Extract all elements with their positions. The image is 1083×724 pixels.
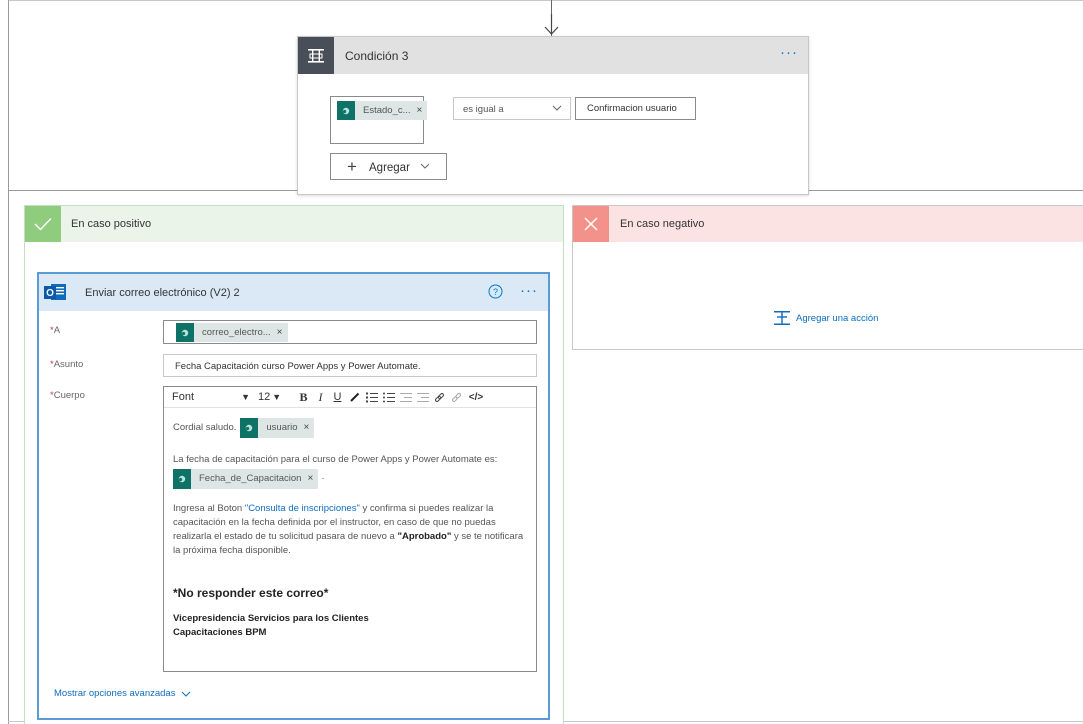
bold-button[interactable]: B: [296, 389, 311, 406]
operator-value: es igual a: [463, 104, 504, 115]
body-editor[interactable]: Font ▼ 12 ▼ B I U </> Cordial saludo. us…: [163, 386, 537, 672]
greeting-text: Cordial saludo.: [173, 422, 237, 433]
font-size-select[interactable]: 12 ▼: [256, 391, 294, 403]
unlink-icon[interactable]: [449, 389, 464, 406]
condition-header[interactable]: Condición 3 ···: [298, 37, 808, 74]
underline-button[interactable]: U: [330, 389, 345, 406]
condition-left-operand[interactable]: Estado_c... ×: [330, 96, 428, 144]
token-label: correo_electro...: [202, 327, 271, 338]
add-action-label: Agregar una acción: [796, 312, 879, 324]
consulta-inscripciones-link[interactable]: "Consulta de inscripciones": [245, 503, 360, 514]
plus-icon: +: [347, 157, 357, 176]
numbered-list-icon[interactable]: [364, 389, 379, 406]
top-border: [8, 0, 1083, 1]
yes-branch-header[interactable]: En caso positivo: [25, 206, 563, 242]
arrow-down-icon: [544, 14, 559, 36]
chevron-down-icon: [420, 163, 430, 169]
operator-select[interactable]: es igual a: [453, 97, 571, 120]
font-select[interactable]: Font ▼: [164, 391, 256, 403]
email-body-content[interactable]: Cordial saludo. usuario × La fecha de ca…: [173, 417, 533, 640]
condition-card[interactable]: Condición 3 ··· Estado_c... × es igual a…: [297, 36, 809, 195]
italic-button[interactable]: I: [313, 389, 328, 406]
to-label: *A: [50, 325, 61, 336]
dynamic-token[interactable]: Fecha_de_Capacitacion ×: [173, 469, 319, 489]
token-remove-icon[interactable]: ×: [307, 472, 318, 486]
dynamic-token[interactable]: Estado_c... ×: [337, 101, 428, 120]
signature-line-1: Vicepresidencia Servicios para los Clien…: [173, 613, 369, 624]
condition-right-operand[interactable]: Confirmacion usuario: [575, 97, 696, 120]
send-email-header[interactable]: O Enviar correo electrónico (V2) 2 ? ···: [39, 274, 548, 311]
body-paragraph-2: Ingresa al Boton "Consulta de inscripcio…: [173, 503, 524, 556]
no-branch: En caso negativo Agregar una acción: [572, 205, 1083, 350]
dynamic-token[interactable]: usuario ×: [240, 418, 315, 438]
add-action-button[interactable]: Agregar una acción: [773, 310, 878, 326]
condition-title[interactable]: Condición 3: [345, 49, 408, 63]
add-action-icon: [773, 310, 791, 326]
add-condition-button[interactable]: + Agregar: [330, 153, 447, 180]
dynamic-token[interactable]: correo_electro... ×: [176, 323, 288, 342]
subject-label: *Asunto: [50, 359, 84, 370]
send-email-card[interactable]: O Enviar correo electrónico (V2) 2 ? ···…: [37, 272, 550, 720]
link-icon[interactable]: [432, 389, 447, 406]
chevron-down-icon: [181, 691, 191, 697]
sharepoint-icon: [173, 469, 191, 489]
body-label: *Cuerpo: [50, 390, 85, 401]
to-field[interactable]: correo_electro... ×: [163, 320, 537, 344]
code-view-icon[interactable]: </>: [466, 389, 486, 406]
svg-text:?: ?: [493, 287, 498, 297]
email-more-button[interactable]: ···: [520, 282, 538, 299]
sharepoint-icon: [240, 418, 259, 438]
body-line-1: La fecha de capacitación para el curso d…: [173, 454, 498, 465]
svg-text:O: O: [46, 288, 54, 299]
token-remove-icon[interactable]: ×: [277, 327, 288, 338]
token-remove-icon[interactable]: ×: [417, 105, 428, 116]
send-email-title[interactable]: Enviar correo electrónico (V2) 2: [85, 287, 240, 299]
signature-line-2: Capacitaciones BPM: [173, 627, 267, 638]
brush-icon[interactable]: [347, 389, 362, 406]
token-label: usuario: [266, 422, 298, 433]
sharepoint-icon: [176, 323, 194, 342]
no-reply-text: *No responder este correo*: [173, 586, 329, 600]
subject-field[interactable]: Fecha Capacitación curso Power Apps y Po…: [163, 354, 537, 377]
condition-value: Confirmacion usuario: [587, 103, 677, 114]
sharepoint-icon: [337, 101, 355, 120]
flow-frame-left: [8, 0, 9, 724]
add-label: Agregar: [369, 162, 410, 174]
yes-branch-title: En caso positivo: [71, 218, 152, 230]
token-label: Fecha_de_Capacitacion: [199, 473, 302, 484]
token-remove-icon[interactable]: ×: [304, 421, 315, 435]
outlook-icon: O: [43, 280, 67, 304]
check-icon: [25, 206, 61, 242]
after-date-dot: ·: [321, 473, 325, 484]
show-advanced-options-link[interactable]: Mostrar opciones avanzadas: [54, 688, 191, 699]
no-branch-title: En caso negativo: [620, 218, 705, 230]
close-icon: [573, 206, 609, 242]
bullet-list-icon[interactable]: [381, 389, 396, 406]
condition-icon: [298, 37, 334, 74]
indent-icon[interactable]: [415, 389, 430, 406]
chevron-down-icon: [552, 105, 562, 111]
outdent-icon[interactable]: [398, 389, 413, 406]
condition-more-button[interactable]: ···: [780, 44, 798, 61]
help-icon[interactable]: ?: [488, 284, 503, 299]
no-branch-header[interactable]: En caso negativo: [573, 206, 1083, 242]
rich-text-toolbar: Font ▼ 12 ▼ B I U </>: [164, 387, 536, 408]
token-label: Estado_c...: [363, 105, 411, 116]
subject-value: Fecha Capacitación curso Power Apps y Po…: [175, 361, 421, 372]
